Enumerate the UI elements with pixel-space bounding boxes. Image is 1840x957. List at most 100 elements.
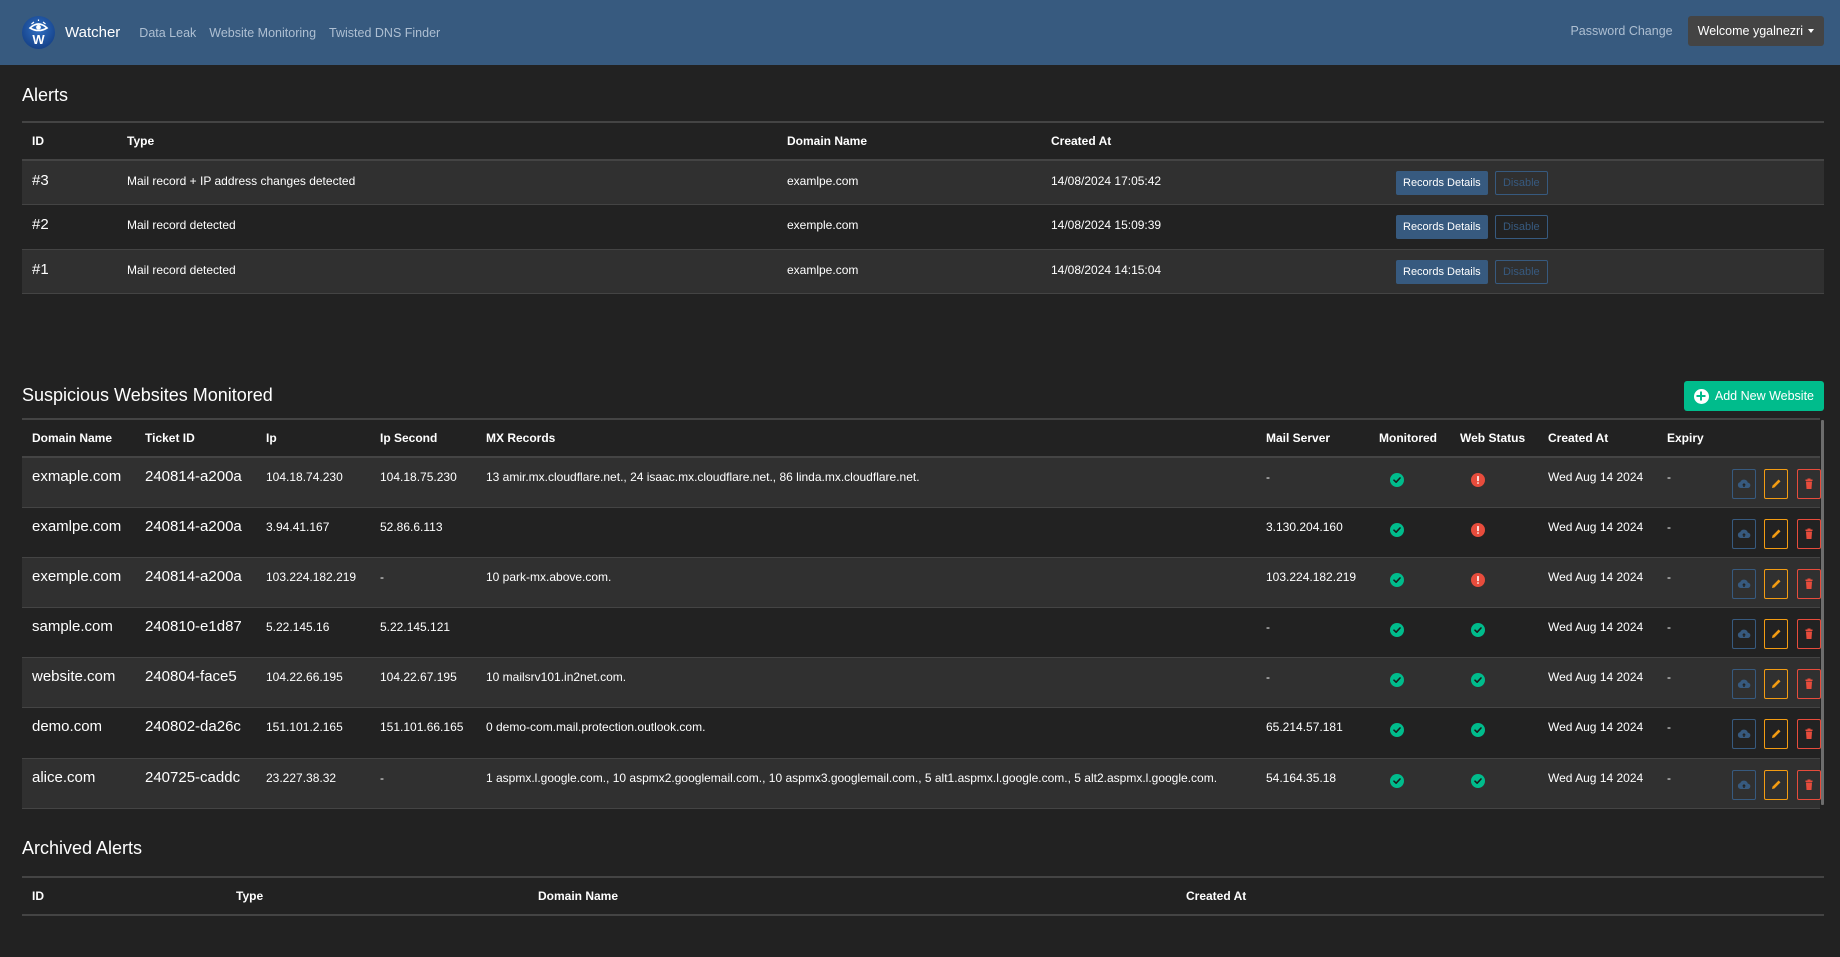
pencil-icon [1772,679,1781,689]
col-header-domain-name[interactable]: Domain Name [528,876,1176,916]
edit-button[interactable] [1764,719,1789,750]
top-navbar: W Watcher Data Leak Website Monitoring T… [0,0,1840,65]
cloud-upload-icon [1737,479,1751,489]
delete-button[interactable] [1796,769,1821,800]
edit-button[interactable] [1764,769,1789,800]
check-circle-icon [1390,522,1404,537]
disable-button[interactable]: Disable [1494,215,1548,239]
website-mx-records: 10 park-mx.above.com. [476,557,1256,609]
alert-type: Mail record + IP address changes detecte… [117,160,777,205]
disable-button[interactable]: Disable [1494,171,1548,195]
col-header-created-at[interactable]: Created At [1041,121,1386,161]
password-change-link[interactable]: Password Change [1570,24,1672,38]
col-header-id[interactable]: ID [22,121,117,161]
website-ip: 5.22.145.16 [256,607,370,659]
website-web-status [1450,707,1538,759]
col-header-web-status[interactable]: Web Status [1450,418,1538,458]
check-circle-icon [1390,723,1404,738]
col-header-id[interactable]: ID [22,876,226,916]
check-circle-icon [1471,773,1485,788]
edit-button[interactable] [1764,619,1789,650]
alert-domain: exemple.com [777,204,1041,250]
check-circle-icon [1471,673,1485,688]
col-header-domain-name[interactable]: Domain Name [22,418,135,458]
cloud-upload-icon [1737,780,1751,789]
upload-button[interactable] [1732,619,1756,650]
check-circle-icon [1390,473,1404,487]
websites-title: Suspicious Websites Monitored [22,385,273,405]
nav-link-twisted-dns-finder[interactable]: Twisted DNS Finder [329,26,440,40]
archived-alerts-table: ID Type Domain Name Created At [22,876,1824,916]
alert-domain: examlpe.com [777,249,1041,294]
col-header-ip[interactable]: Ip [256,418,370,458]
add-new-website-label: Add New Website [1714,389,1814,403]
col-header-mail-server[interactable]: Mail Server [1256,418,1369,458]
upload-button[interactable] [1732,719,1756,750]
trash-icon [1805,478,1813,489]
col-header-created-at[interactable]: Created At [1176,876,1824,916]
website-actions [1717,457,1821,508]
website-domain: website.com [22,657,135,709]
col-header-actions [1386,121,1824,161]
website-mx-records: 13 amir.mx.cloudflare.net., 24 isaac.mx.… [476,457,1256,508]
upload-button[interactable] [1732,669,1756,700]
website-expiry: - [1657,457,1717,508]
delete-button[interactable] [1796,518,1821,549]
website-mail-server: - [1256,607,1369,659]
check-circle-icon [1390,572,1404,587]
delete-button[interactable] [1796,619,1821,650]
delete-button[interactable] [1796,469,1821,499]
nav-link-data-leak[interactable]: Data Leak [139,26,196,40]
delete-button[interactable] [1796,719,1821,750]
add-new-website-button[interactable]: Add New Website [1683,381,1824,411]
edit-button[interactable] [1764,469,1789,499]
col-header-expiry[interactable]: Expiry [1657,418,1717,458]
website-created-at: Wed Aug 14 2024 [1538,557,1657,609]
col-header-ticket-id[interactable]: Ticket ID [135,418,256,458]
website-web-status [1450,607,1538,659]
nav-link-website-monitoring[interactable]: Website Monitoring [209,26,316,40]
upload-button[interactable] [1732,518,1756,549]
col-header-created-at[interactable]: Created At [1538,418,1657,458]
col-header-type[interactable]: Type [117,121,777,161]
exclamation-circle-icon [1471,572,1485,587]
website-ip: 103.224.182.219 [256,557,370,609]
website-domain: sample.com [22,607,135,659]
records-details-button[interactable]: Records Details [1396,215,1488,239]
delete-button[interactable] [1796,669,1821,700]
cloud-upload-icon [1737,629,1751,639]
edit-button[interactable] [1764,568,1789,599]
col-header-monitored[interactable]: Monitored [1369,418,1450,458]
brand[interactable]: W Watcher [22,16,139,49]
user-menu-dropdown[interactable]: Welcome ygalnezri [1687,16,1824,46]
website-row: website.com 240804-face5 104.22.66.195 1… [22,657,1821,709]
col-header-type[interactable]: Type [226,876,528,916]
upload-button[interactable] [1732,469,1756,499]
edit-button[interactable] [1764,518,1789,549]
pencil-icon [1772,579,1781,588]
website-mx-records [476,607,1256,659]
edit-button[interactable] [1764,669,1789,700]
disable-button[interactable]: Disable [1494,259,1548,284]
brand-name: Watcher [65,24,121,41]
website-created-at: Wed Aug 14 2024 [1538,457,1657,508]
website-row: examlpe.com 240814-a200a 3.94.41.167 52.… [22,507,1821,558]
upload-button[interactable] [1732,769,1756,800]
website-web-status [1450,758,1538,809]
website-ticket-id: 240814-a200a [135,557,256,609]
col-header-domain-name[interactable]: Domain Name [777,121,1041,161]
pencil-icon [1772,629,1781,639]
website-ip-second: 104.18.75.230 [370,457,476,508]
col-header-ip-second[interactable]: Ip Second [370,418,476,458]
upload-button[interactable] [1732,568,1756,599]
website-row: demo.com 240802-da26c 151.101.2.165 151.… [22,707,1821,759]
records-details-button[interactable]: Records Details [1396,259,1488,284]
col-header-mx-records[interactable]: MX Records [476,418,1256,458]
trash-icon [1805,578,1813,589]
delete-button[interactable] [1796,568,1821,599]
website-row: alice.com 240725-caddc 23.227.38.32 - 1 … [22,758,1821,809]
website-mx-records: 10 mailsrv101.in2net.com. [476,657,1256,709]
website-created-at: Wed Aug 14 2024 [1538,507,1657,558]
websites-table-scrollbar[interactable] [1821,420,1824,805]
records-details-button[interactable]: Records Details [1396,171,1488,195]
